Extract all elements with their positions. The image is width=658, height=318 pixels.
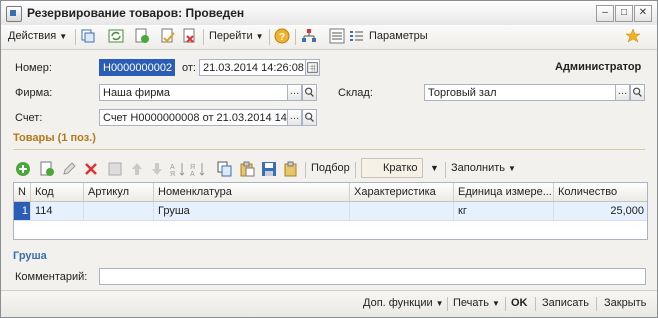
calendar-icon[interactable] xyxy=(305,59,320,76)
comment-field[interactable] xyxy=(99,268,646,285)
star-icon[interactable] xyxy=(625,28,641,44)
paste-icon[interactable] xyxy=(239,161,255,177)
copy-rows-icon[interactable] xyxy=(217,161,233,177)
save-rows-icon[interactable] xyxy=(261,161,277,177)
close-button[interactable]: Закрыть xyxy=(604,297,646,309)
maximize-button[interactable]: □ xyxy=(615,5,633,22)
warehouse-field[interactable]: Торговый зал xyxy=(424,84,616,101)
actions-menu[interactable]: Действия ▼ xyxy=(8,28,67,45)
invoice-field[interactable]: Счет Н0000000008 от 21.03.2014 14:26:08 xyxy=(99,109,288,126)
svg-text:Я: Я xyxy=(190,164,195,171)
fill-menu[interactable]: Заполнить ▼ xyxy=(451,160,516,177)
table-row[interactable]: 1 114 Груша кг 25,000 xyxy=(14,202,647,220)
brief-label: Кратко xyxy=(383,162,418,174)
end-edit-icon[interactable] xyxy=(107,161,123,177)
close-window-button[interactable]: ✕ xyxy=(634,5,652,22)
main-toolbar: Действия ▼ Перейти ▼ ? Параметры xyxy=(1,25,657,50)
params-button[interactable]: Параметры xyxy=(369,28,428,45)
brief-dropdown[interactable]: ▼ xyxy=(430,160,439,177)
firm-open-icon[interactable] xyxy=(302,84,317,101)
svg-text:Я: Я xyxy=(170,171,175,177)
goods-toolbar: AЯ ЯA Подбор Кратко ▼ Заполнить ▼ xyxy=(13,158,647,180)
selected-item-caption: Груша xyxy=(13,250,47,262)
move-down-icon[interactable] xyxy=(149,161,165,177)
col-header-n[interactable]: N xyxy=(14,183,31,201)
svg-text:A: A xyxy=(190,171,195,177)
section-divider xyxy=(13,149,645,150)
col-header-unit[interactable]: Единица измере... xyxy=(454,183,554,201)
cell-name[interactable]: Груша xyxy=(154,202,350,220)
minimize-button[interactable]: – xyxy=(596,5,614,22)
extra-functions-menu[interactable]: Доп. функции ▼ xyxy=(363,297,444,309)
settings-list-icon[interactable] xyxy=(348,28,364,44)
cell-qty[interactable]: 25,000 xyxy=(554,202,647,220)
title-bar: Резервирование товаров: Проведен – □ ✕ xyxy=(1,1,657,26)
unpost-icon[interactable] xyxy=(182,28,198,44)
window-title: Резервирование товаров: Проведен xyxy=(27,6,245,20)
app-icon xyxy=(6,6,22,22)
col-header-char[interactable]: Характеристика xyxy=(350,183,454,201)
number-field[interactable]: Н0000000002 xyxy=(99,59,175,76)
new-doc-icon[interactable] xyxy=(134,28,150,44)
invoice-select-button[interactable]: … xyxy=(287,109,302,126)
firm-select-button[interactable]: … xyxy=(287,84,302,101)
help-icon[interactable]: ? xyxy=(274,28,290,44)
footer-bar: Доп. функции ▼ Печать ▼ OK Записать Закрыт… xyxy=(1,290,657,317)
col-header-qty[interactable]: Количество xyxy=(554,183,647,201)
col-header-code[interactable]: Код xyxy=(31,183,84,201)
firm-label: Фирма: xyxy=(15,87,53,99)
goods-table[interactable]: N Код Артикул Номенклатура Характеристик… xyxy=(13,182,648,240)
save-button[interactable]: Записать xyxy=(542,297,589,309)
cell-code[interactable]: 114 xyxy=(31,202,84,220)
post-icon[interactable] xyxy=(160,28,176,44)
user-name: Администратор xyxy=(555,61,642,73)
ok-button[interactable]: OK xyxy=(511,297,528,309)
svg-text:A: A xyxy=(170,164,175,171)
warehouse-select-button[interactable]: … xyxy=(615,84,630,101)
copy-icon[interactable] xyxy=(80,28,96,44)
edit-icon[interactable] xyxy=(61,161,77,177)
structure-icon[interactable] xyxy=(301,28,317,44)
invoice-open-icon[interactable] xyxy=(302,109,317,126)
selection-button[interactable]: Подбор xyxy=(311,160,350,177)
goods-section-title[interactable]: Товары (1 поз.) xyxy=(13,132,96,144)
row-divider xyxy=(14,220,647,221)
sort-desc-icon[interactable]: ЯA xyxy=(190,161,206,177)
paste-special-icon[interactable] xyxy=(283,161,299,177)
date-label: от: xyxy=(182,62,196,74)
col-header-article[interactable]: Артикул xyxy=(84,183,154,201)
warehouse-open-icon[interactable] xyxy=(630,84,645,101)
cell-n[interactable]: 1 xyxy=(14,202,31,220)
delete-icon[interactable] xyxy=(83,161,99,177)
number-label: Номер: xyxy=(15,62,52,74)
refresh-icon[interactable] xyxy=(108,28,124,44)
list-icon[interactable] xyxy=(329,28,345,44)
document-window: Резервирование товаров: Проведен – □ ✕ Д… xyxy=(0,0,658,318)
col-header-name[interactable]: Номенклатура xyxy=(154,183,350,201)
invoice-label: Счет: xyxy=(15,112,43,124)
add-icon[interactable] xyxy=(15,161,31,177)
svg-text:?: ? xyxy=(279,32,285,43)
move-up-icon[interactable] xyxy=(129,161,145,177)
goto-menu[interactable]: Перейти ▼ xyxy=(209,28,264,45)
cell-unit[interactable]: кг xyxy=(454,202,554,220)
warehouse-label: Склад: xyxy=(338,87,373,99)
firm-field[interactable]: Наша фирма xyxy=(99,84,288,101)
cell-article[interactable] xyxy=(84,202,154,220)
date-field[interactable]: 21.03.2014 14:26:08 xyxy=(199,59,307,76)
copy-row-icon[interactable] xyxy=(39,161,55,177)
table-header: N Код Артикул Номенклатура Характеристик… xyxy=(14,183,647,202)
cell-char[interactable] xyxy=(350,202,454,220)
print-menu[interactable]: Печать ▼ xyxy=(453,297,500,309)
sort-asc-icon[interactable]: AЯ xyxy=(170,161,186,177)
comment-label: Комментарий: xyxy=(15,271,88,283)
